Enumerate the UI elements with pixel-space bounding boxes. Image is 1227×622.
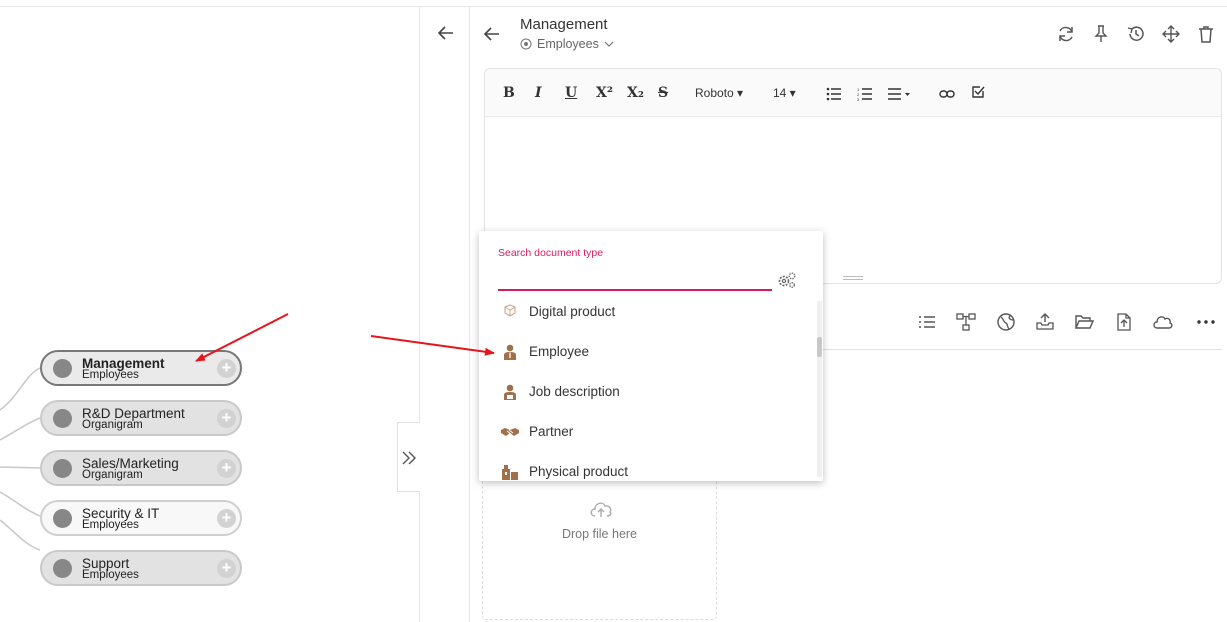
hierarchy-icon[interactable] xyxy=(956,312,976,332)
list-item-label: Partner xyxy=(529,424,574,439)
dropdown-scrollbar[interactable] xyxy=(817,301,822,477)
add-child-icon[interactable]: + xyxy=(217,559,236,578)
add-child-icon[interactable]: + xyxy=(217,509,236,528)
tree-node-rd-department[interactable]: R&D Department Organigram + xyxy=(40,400,242,436)
document-type-dropdown: Search document type Digital product Emp… xyxy=(479,231,823,481)
pin-icon[interactable] xyxy=(1091,24,1113,44)
digital-product-icon xyxy=(504,304,516,317)
node-subtitle: Organigram xyxy=(82,419,143,431)
link-icon[interactable] xyxy=(939,87,955,101)
checkbox-icon[interactable] xyxy=(971,85,985,99)
add-child-icon[interactable]: + xyxy=(217,409,236,428)
collapse-back-arrow-icon[interactable] xyxy=(435,22,457,44)
tree-node-support[interactable]: Support Employees + xyxy=(40,550,242,586)
editor-toolbar: B I U X² X₂ S Roboto ▾ 14 ▾ 123 xyxy=(485,69,1221,117)
globe-icon[interactable] xyxy=(996,312,1016,332)
file-upload-icon[interactable] xyxy=(1114,312,1134,332)
tree-node-management[interactable]: Management Employees + xyxy=(40,350,242,386)
header-actions xyxy=(1056,24,1218,44)
list-item-partner[interactable]: Partner xyxy=(479,412,815,452)
subscript-button[interactable]: X₂ xyxy=(627,85,644,101)
add-child-icon[interactable]: + xyxy=(217,359,236,378)
numbered-list-icon[interactable]: 123 xyxy=(857,87,873,101)
node-avatar xyxy=(53,559,72,578)
bold-button[interactable]: B xyxy=(503,85,515,101)
search-document-type-input[interactable] xyxy=(498,265,772,291)
more-icon[interactable] xyxy=(1196,312,1216,332)
node-avatar xyxy=(53,409,72,428)
font-family-select[interactable]: Roboto ▾ xyxy=(695,86,743,100)
list-item-digital-product[interactable]: Digital product xyxy=(479,292,815,332)
dropdown-scrollbar-thumb[interactable] xyxy=(817,337,822,357)
move-icon[interactable] xyxy=(1161,24,1183,44)
job-description-icon xyxy=(504,384,516,400)
editor-resize-handle[interactable] xyxy=(843,276,863,280)
panel-divider xyxy=(469,6,470,622)
strikethrough-button[interactable]: S xyxy=(658,85,668,101)
settings-gears-icon[interactable] xyxy=(777,271,797,289)
node-subtitle: Organigram xyxy=(82,469,143,481)
trash-icon[interactable] xyxy=(1196,24,1218,44)
node-subtitle: Employees xyxy=(82,569,139,581)
panel-divider xyxy=(419,6,420,622)
history-icon[interactable] xyxy=(1126,24,1148,44)
node-avatar xyxy=(53,459,72,478)
list-item-employee[interactable]: Employee xyxy=(479,332,815,372)
file-dropzone[interactable]: Drop file here xyxy=(482,470,717,620)
double-chevron-right-icon xyxy=(402,451,416,465)
employee-icon xyxy=(504,344,516,360)
svg-text:3: 3 xyxy=(857,97,860,101)
list-item-label: Physical product xyxy=(529,464,629,479)
dropzone-label: Drop file here xyxy=(561,527,638,541)
list-item-label: Employee xyxy=(529,344,590,359)
list-item-physical-product[interactable]: Physical product xyxy=(479,452,815,481)
list-item-label: Job description xyxy=(529,384,620,399)
document-type-selector[interactable]: Employees xyxy=(520,37,614,51)
search-label: Search document type xyxy=(498,247,604,259)
node-subtitle: Employees xyxy=(82,519,139,531)
underline-button[interactable]: U xyxy=(565,85,577,101)
folder-open-icon[interactable] xyxy=(1074,312,1094,332)
cloud-upload-icon xyxy=(590,502,612,517)
sync-icon[interactable] xyxy=(1056,24,1078,44)
node-avatar xyxy=(53,359,72,378)
add-child-icon[interactable]: + xyxy=(217,459,236,478)
expand-panel-button[interactable] xyxy=(397,422,420,492)
document-type-label: Employees xyxy=(537,37,599,51)
list-item-label: Digital product xyxy=(529,304,616,319)
superscript-button[interactable]: X² xyxy=(596,85,613,101)
tree-node-security-it[interactable]: Security & IT Employees + xyxy=(40,500,242,536)
font-size-select[interactable]: 14 ▾ xyxy=(773,86,796,100)
physical-product-icon xyxy=(502,465,518,480)
list-icon[interactable] xyxy=(917,312,937,332)
bullet-list-icon[interactable] xyxy=(826,87,842,101)
tree-node-sales-marketing[interactable]: Sales/Marketing Organigram + xyxy=(40,450,242,486)
target-icon xyxy=(520,38,532,50)
back-arrow-icon[interactable] xyxy=(481,23,503,45)
italic-button[interactable]: I xyxy=(535,85,542,101)
organigram-canvas: Management Employees + R&D Department Or… xyxy=(0,0,420,622)
node-subtitle: Employees xyxy=(82,369,139,381)
upload-tray-icon[interactable] xyxy=(1035,312,1055,332)
chevron-down-icon xyxy=(604,41,614,47)
cloud-icon[interactable] xyxy=(1152,312,1174,332)
node-avatar xyxy=(53,509,72,528)
list-item-job-description[interactable]: Job description xyxy=(479,372,815,412)
handshake-icon xyxy=(501,428,519,436)
document-title: Management xyxy=(520,16,608,33)
align-select-icon[interactable] xyxy=(888,87,912,101)
